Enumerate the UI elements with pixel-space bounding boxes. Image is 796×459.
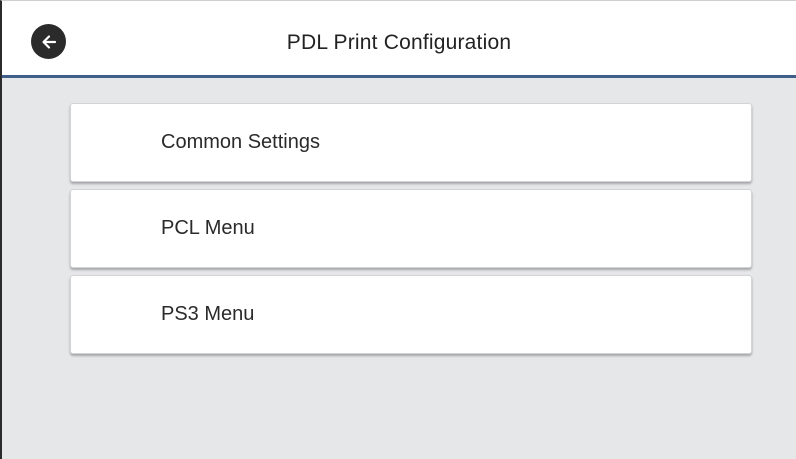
- header-bar: PDL Print Configuration: [2, 1, 796, 78]
- menu-item-label: PS3 Menu: [161, 303, 255, 325]
- menu-item-label: Common Settings: [161, 131, 320, 153]
- menu-item-common-settings[interactable]: Common Settings: [70, 103, 752, 182]
- menu-list: Common Settings PCL Menu PS3 Menu: [70, 103, 752, 361]
- printer-panel-screen: PDL Print Configuration Common Settings …: [0, 0, 796, 459]
- menu-item-label: PCL Menu: [161, 217, 255, 239]
- menu-item-ps3-menu[interactable]: PS3 Menu: [70, 275, 752, 354]
- page-title: PDL Print Configuration: [286, 31, 512, 54]
- menu-item-pcl-menu[interactable]: PCL Menu: [70, 189, 752, 268]
